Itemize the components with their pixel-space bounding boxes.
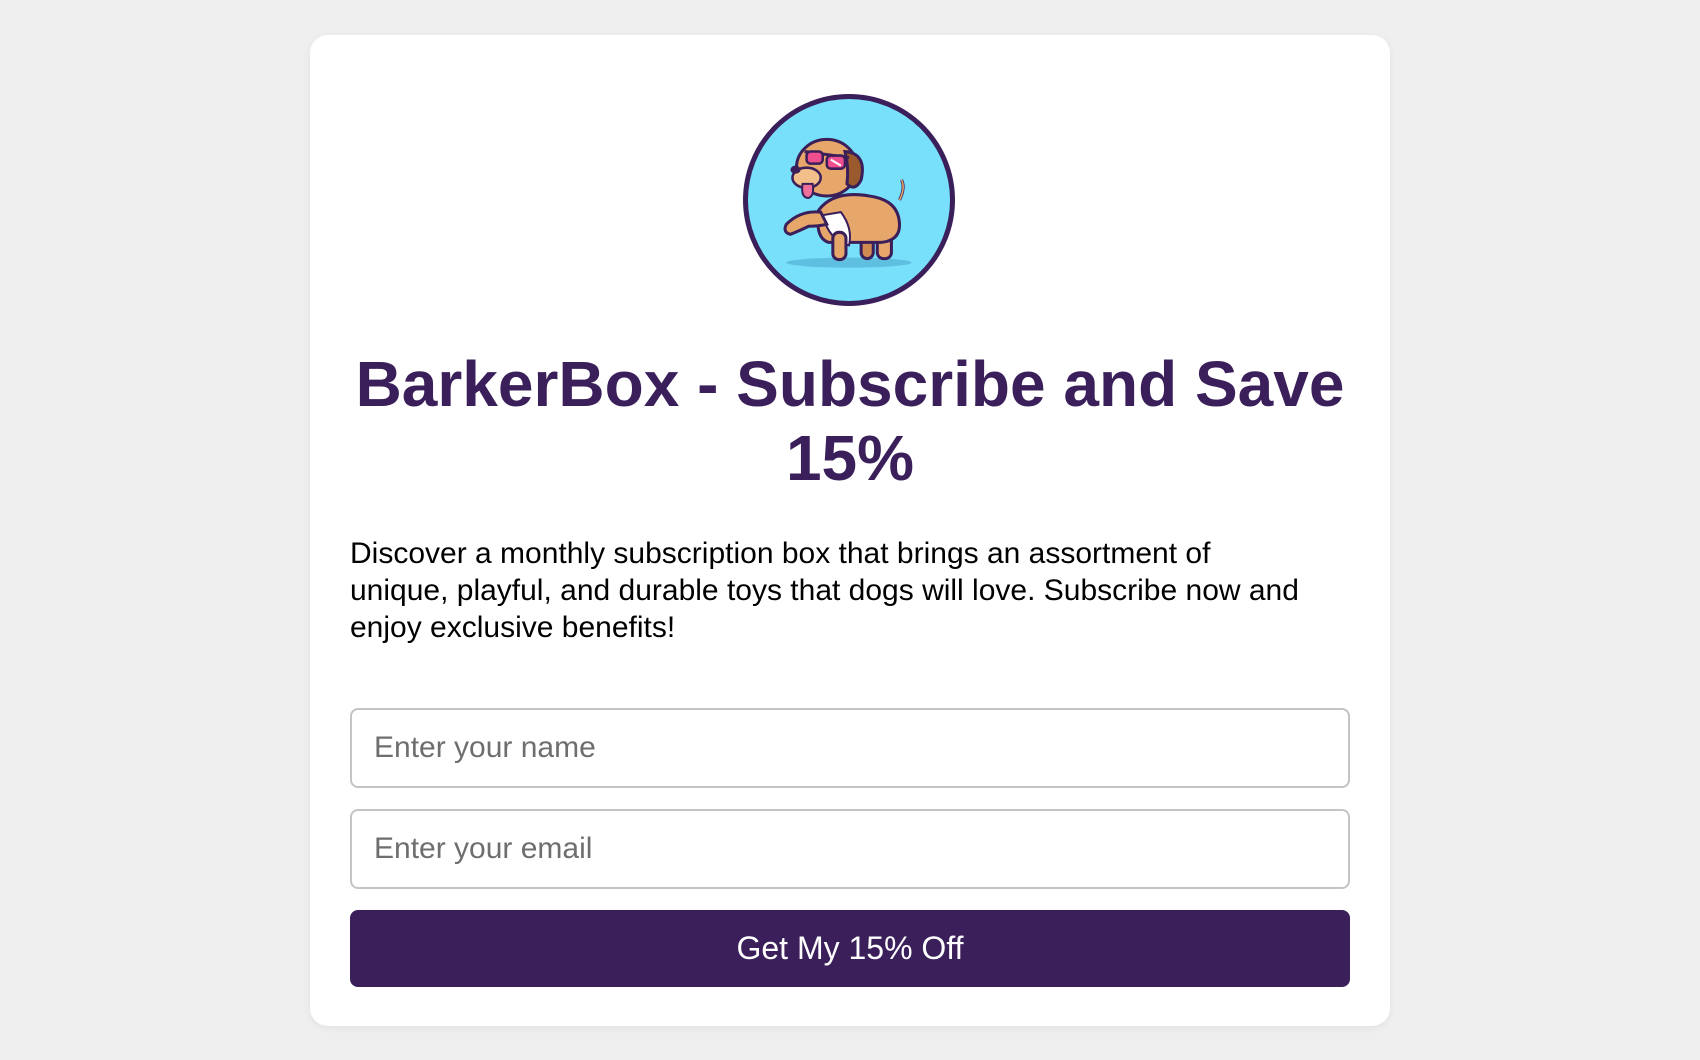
email-input[interactable] (350, 809, 1350, 889)
get-discount-button[interactable]: Get My 15% Off (350, 910, 1350, 987)
dog-logo-icon (743, 94, 955, 306)
subscribe-card: BarkerBox - Subscribe and Save 15% Disco… (310, 35, 1390, 1026)
name-input[interactable] (350, 708, 1350, 788)
description-text: Discover a monthly subscription box that… (350, 537, 1299, 644)
page-title: BarkerBox - Subscribe and Save 15% (355, 348, 1345, 494)
